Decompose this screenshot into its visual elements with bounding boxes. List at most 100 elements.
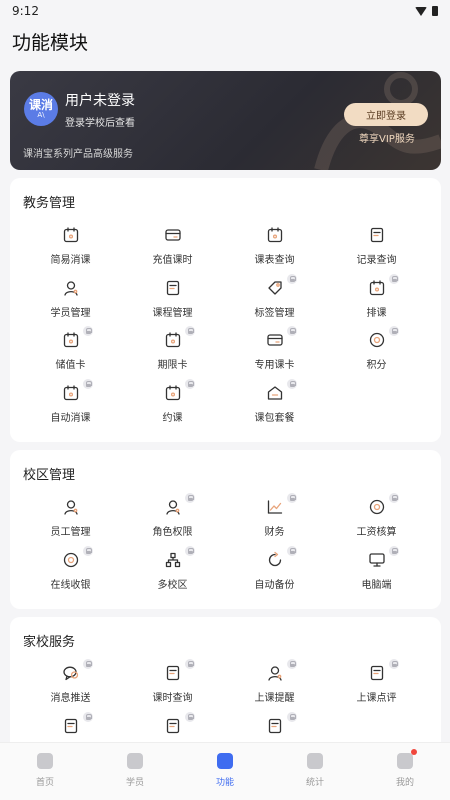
tab-home[interactable]: 首页 — [0, 743, 90, 800]
login-hint: 登录学校后查看 — [65, 118, 135, 129]
tab-stats[interactable]: 统计 — [270, 743, 360, 800]
menu-item-label: 课表查询 — [254, 255, 295, 266]
menu-item[interactable]: 储值卡 — [17, 326, 124, 383]
homework-icon — [62, 717, 80, 735]
menu-item-label: 课程管理 — [152, 307, 193, 319]
section-campus: 校区管理 员工管理 角色权限 财务 工资核算 在线收银 多校区 自动备份 电脑端 — [10, 450, 441, 609]
stored-card-icon — [62, 331, 80, 349]
login-button[interactable]: 立即登录 — [344, 103, 428, 126]
points-icon — [368, 331, 386, 349]
lock-icon — [389, 659, 399, 669]
lock-icon — [389, 493, 399, 503]
menu-item[interactable]: 课程管理 — [119, 279, 226, 331]
stats-icon — [307, 753, 323, 769]
booking-icon — [164, 384, 182, 402]
user-status: 用户未登录 — [65, 93, 135, 109]
tag-icon — [266, 279, 284, 297]
computer-icon — [368, 551, 386, 569]
menu-item[interactable]: 上课提醒 — [221, 659, 328, 716]
lock-icon — [287, 273, 297, 284]
lock-icon — [185, 711, 195, 722]
menu-item-label: 专用课卡 — [254, 360, 295, 371]
staff-icon — [62, 498, 80, 516]
menu-item-label: 课时查询 — [152, 693, 193, 704]
menu-item[interactable]: 电脑端 — [323, 545, 430, 603]
special-card-icon — [266, 331, 284, 349]
menu-item[interactable]: 简易消课 — [17, 226, 124, 278]
menu-item[interactable]: 充值课时 — [119, 226, 226, 278]
menu-item[interactable]: 消息推送 — [17, 659, 124, 716]
student-icon — [62, 279, 80, 297]
menu-item[interactable]: 财务 — [221, 493, 328, 550]
menu-item[interactable]: 记录查询 — [323, 226, 430, 278]
course-book-icon — [164, 279, 182, 297]
tab-students[interactable]: 学员 — [90, 743, 180, 800]
section-title: 家校服务 — [23, 635, 76, 650]
menu-item-label: 上课点评 — [356, 693, 397, 704]
tab-label: 统计 — [305, 778, 324, 788]
menu-item-label: 课包套餐 — [254, 412, 295, 424]
calendar-icon — [266, 226, 284, 244]
menu-item-label: 财务 — [264, 527, 285, 538]
menu-item-label: 自动备份 — [254, 579, 295, 591]
tab-label: 首页 — [35, 778, 54, 788]
menu-item[interactable]: 上课点评 — [323, 659, 430, 716]
tab-grid[interactable]: 功能 — [180, 743, 270, 800]
menu-item-label: 储值卡 — [55, 360, 86, 371]
lock-icon — [389, 326, 399, 336]
lock-icon — [185, 378, 195, 389]
menu-item[interactable]: 工资核算 — [323, 493, 430, 550]
tab-label: 功能 — [215, 778, 234, 788]
menu-item[interactable]: 课表查询 — [221, 226, 328, 278]
wifi-icon — [415, 6, 427, 16]
menu-item[interactable]: 标签管理 — [221, 273, 328, 331]
reminder-icon — [266, 664, 284, 682]
lock-icon — [185, 326, 195, 336]
menu-item[interactable]: 员工管理 — [17, 498, 124, 550]
menu-item[interactable]: 课包套餐 — [221, 378, 328, 436]
menu-item-label: 员工管理 — [50, 527, 91, 538]
rating-icon — [164, 717, 182, 735]
home-icon — [37, 753, 53, 769]
menu-item-label: 标签管理 — [254, 307, 295, 319]
menu-item[interactable]: 多校区 — [119, 545, 226, 603]
card-recharge-icon — [164, 226, 182, 244]
bottom-tab-bar: 首页 学员 功能 统计 我的 — [0, 742, 450, 800]
lock-icon — [185, 545, 195, 556]
notification-badge — [411, 749, 417, 755]
menu-item[interactable]: 期限卡 — [119, 326, 226, 383]
menu-item[interactable]: 排课 — [323, 273, 430, 331]
edit-icon — [266, 717, 284, 735]
lock-icon — [287, 378, 297, 389]
tab-profile[interactable]: 我的 — [360, 743, 450, 800]
lock-icon — [389, 545, 399, 556]
review-icon — [368, 664, 386, 682]
menu-item-label: 在线收银 — [50, 579, 91, 591]
battery-icon — [432, 6, 438, 16]
section-title: 教务管理 — [23, 196, 76, 211]
vip-service-label[interactable]: 尊享VIP服务 — [359, 130, 415, 145]
menu-item[interactable]: 专用课卡 — [221, 326, 328, 383]
app-logo: 课消 A\ — [24, 92, 58, 126]
menu-item-label: 充值课时 — [152, 255, 193, 266]
logo-subtext: A\ — [37, 110, 45, 119]
menu-item[interactable]: 学员管理 — [17, 279, 124, 331]
tab-label: 我的 — [395, 778, 414, 788]
menu-item[interactable]: 自动消课 — [17, 378, 124, 436]
tab-label: 学员 — [125, 778, 144, 788]
menu-item[interactable]: 积分 — [323, 326, 430, 383]
status-icons — [415, 6, 438, 16]
menu-item[interactable]: 课时查询 — [119, 659, 226, 716]
menu-item[interactable]: 约课 — [119, 378, 226, 436]
calendar-grid-icon — [62, 226, 80, 244]
menu-item-label: 期限卡 — [157, 360, 188, 371]
lock-icon — [287, 326, 297, 336]
package-icon — [266, 384, 284, 402]
lock-icon — [83, 545, 93, 556]
menu-item[interactable]: 角色权限 — [119, 493, 226, 550]
menu-item[interactable]: 自动备份 — [221, 545, 328, 603]
lock-icon — [287, 659, 297, 669]
vip-description: 课消宝系列产品高级服务 — [23, 149, 133, 160]
lock-icon — [287, 711, 297, 722]
menu-item[interactable]: 在线收银 — [17, 545, 124, 603]
